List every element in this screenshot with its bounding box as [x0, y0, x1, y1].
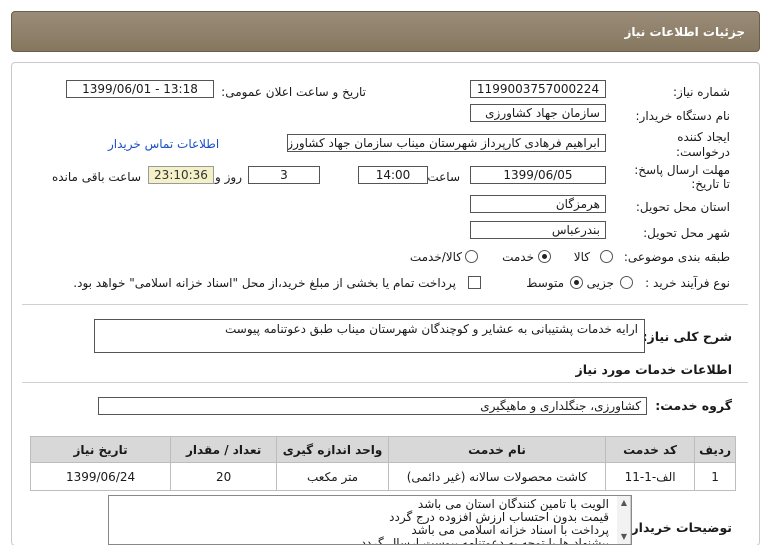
- scroll-up-arrow-icon[interactable]: ▲: [617, 496, 631, 510]
- process-minor-radio[interactable]: [620, 276, 633, 289]
- table-header-row: ردیف کد خدمت نام خدمت واحد اندازه گیری ت…: [29, 436, 736, 463]
- category-goods-service-radio[interactable]: [465, 250, 478, 263]
- notes-line: پیشنهاد ها با توجه به دعوتنامه پیوست ارس…: [360, 536, 609, 545]
- cell-need-date: 1399/06/24: [29, 462, 172, 491]
- service-group-label: گروه خدمت:: [655, 398, 732, 413]
- cell-quantity: 20: [170, 462, 278, 491]
- col-header-service-name: نام خدمت: [387, 436, 607, 463]
- treasury-payment-note: پرداخت تمام یا بخشی از مبلغ خرید،از محل …: [73, 276, 456, 290]
- time-remaining-field: 23:10:36: [148, 166, 214, 184]
- province-label: استان محل تحویل:: [635, 200, 730, 214]
- need-number-label: شماره نیاز:: [673, 85, 730, 99]
- deadline-label-line2: تا تاریخ:: [691, 177, 730, 191]
- process-medium-radio[interactable]: [570, 276, 583, 289]
- col-header-need-date: تاریخ نیاز: [29, 436, 172, 463]
- col-header-service-code: کد خدمت: [605, 436, 696, 463]
- process-label: نوع فرآیند خرید :: [645, 276, 730, 290]
- buyer-contact-link[interactable]: اطلاعات تماس خریدار: [108, 137, 219, 151]
- announce-label: تاریخ و ساعت اعلان عمومی:: [221, 85, 366, 99]
- buyer-org-field: سازمان جهاد کشاورزی: [470, 104, 606, 122]
- scroll-down-arrow-icon[interactable]: ▼: [617, 530, 631, 544]
- services-table: ردیف کد خدمت نام خدمت واحد اندازه گیری ت…: [29, 436, 736, 491]
- creator-label-line2: درخواست:: [676, 145, 730, 159]
- buyer-notes-field[interactable]: الویت با تامین کنندگان استان می باشد قیم…: [108, 495, 632, 545]
- category-goods-service-label: کالا/خدمت: [409, 250, 462, 264]
- summary-label: شرح کلی نیاز:: [642, 329, 732, 344]
- buyer-org-label: نام دستگاه خریدار:: [635, 109, 731, 123]
- cell-service-name: کاشت محصولات سالانه (غیر دائمی): [387, 462, 607, 491]
- col-header-row-number: ردیف: [694, 436, 736, 463]
- city-label: شهر محل تحویل:: [643, 226, 730, 240]
- page: جزئیات اطلاعات نیاز ● ParsNamadData شمار…: [0, 0, 770, 545]
- cell-row-number: 1: [694, 462, 736, 491]
- process-minor-label: جزیی: [586, 276, 614, 290]
- category-label: طبقه بندی موضوعی:: [623, 250, 730, 264]
- deadline-time-label: ساعت: [427, 170, 460, 184]
- creator-field: ابراهیم فرهادی کارپرداز شهرستان میناب سا…: [287, 134, 606, 152]
- need-number-field: 1199003757000224: [470, 80, 606, 98]
- category-goods-label: کالا: [573, 250, 590, 264]
- deadline-date-field: 1399/06/05: [470, 166, 606, 184]
- col-header-quantity: تعداد / مقدار: [170, 436, 278, 463]
- category-goods-radio[interactable]: [600, 250, 613, 263]
- divider: [22, 304, 748, 305]
- deadline-time-field: 14:00: [358, 166, 428, 184]
- service-group-field: کشاورزی، جنگلداری و ماهیگیری: [98, 397, 647, 415]
- cell-service-code: الف-1-11: [605, 462, 696, 491]
- days-label: روز و: [215, 170, 242, 184]
- creator-label-line1: ایجاد کننده: [677, 130, 730, 144]
- services-section-title: اطلاعات خدمات مورد نیاز: [575, 362, 733, 377]
- buyer-notes-label: توضیحات خریدار:: [626, 520, 732, 535]
- treasury-payment-checkbox[interactable]: [468, 276, 481, 289]
- category-service-label: خدمت: [502, 250, 534, 264]
- announce-field: 1399/06/01 - 13:18: [66, 80, 214, 98]
- divider: [22, 382, 748, 383]
- col-header-unit: واحد اندازه گیری: [276, 436, 389, 463]
- days-remaining-field: 3: [248, 166, 320, 184]
- deadline-label-line1: مهلت ارسال پاسخ:: [634, 163, 730, 177]
- cell-unit: متر مکعب: [276, 462, 389, 491]
- city-field: بندرعباس: [470, 221, 606, 239]
- table-row: 1 الف-1-11 کاشت محصولات سالانه (غیر دائم…: [29, 462, 736, 491]
- page-title: جزئیات اطلاعات نیاز: [11, 11, 760, 52]
- summary-field: ارایه خدمات پشتیبانی به عشایر و کوچندگان…: [94, 319, 645, 353]
- notes-scrollbar[interactable]: ▲ ▼: [617, 496, 631, 544]
- province-field: هرمزگان: [470, 195, 606, 213]
- time-remaining-label: ساعت باقی مانده: [51, 170, 141, 184]
- process-medium-label: متوسط: [526, 276, 564, 290]
- category-service-radio[interactable]: [538, 250, 551, 263]
